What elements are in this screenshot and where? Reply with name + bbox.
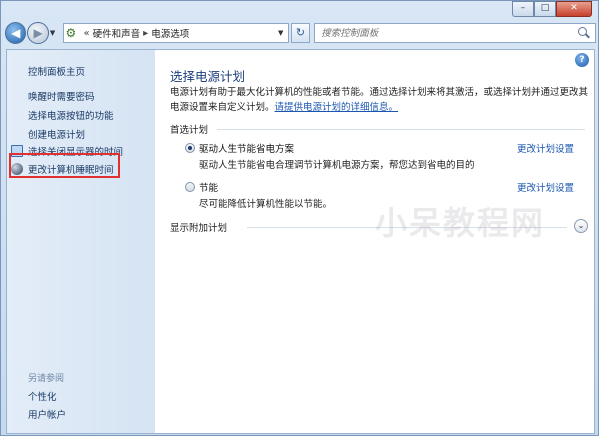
breadcrumb-separator-icon[interactable]: ▸: [143, 28, 148, 39]
breadcrumb-overflow[interactable]: «: [84, 28, 90, 39]
forward-button[interactable]: ▶: [27, 22, 49, 44]
recent-pages-dropdown[interactable]: ▼: [50, 29, 60, 37]
plan-details-link[interactable]: 请提供电源计划的详细信息。: [275, 102, 399, 113]
plan-item: 驱动人生节能省电方案 驱动人生节能省电合理调节计算机电源方案，帮您达到省电的目的: [185, 141, 475, 171]
content-area: 控制面板主页 唤醒时需要密码 选择电源按钮的功能 创建电源计划 选择关闭显示器的…: [6, 49, 595, 434]
sidebar-link-power-buttons[interactable]: 选择电源按钮的功能: [28, 108, 114, 122]
sidebar-link-create-plan[interactable]: 创建电源计划: [28, 127, 85, 141]
sidebar-home-link[interactable]: 控制面板主页: [28, 64, 85, 78]
plan-radio-selected[interactable]: [185, 143, 195, 153]
breadcrumb-hardware-sound[interactable]: 硬件和声音: [93, 26, 141, 40]
refresh-button[interactable]: ↻: [290, 23, 311, 43]
control-panel-icon: ⚙: [65, 26, 77, 40]
show-additional-plans-label[interactable]: 显示附加计划: [170, 220, 227, 234]
divider: [217, 129, 585, 130]
see-also-user-accounts[interactable]: 用户帐户: [28, 407, 66, 421]
expand-chevron-icon[interactable]: ⌄: [574, 219, 588, 233]
navigation-bar: ◀ ▶ ▼ ⚙ « 硬件和声音 ▸ 电源选项 ▼ ↻: [5, 20, 596, 46]
preferred-plans-heading: 首选计划: [170, 125, 209, 136]
plan-name[interactable]: 节能: [199, 180, 218, 194]
plan-name[interactable]: 驱动人生节能省电方案: [199, 141, 294, 155]
search-box: [314, 23, 596, 43]
page-description: 电源计划有助于最大化计算机的性能或者节能。通过选择计划来将其激活，或选择计划并通…: [170, 85, 590, 115]
watermark: 小呆教程网: [375, 204, 546, 242]
close-button[interactable]: ✕: [556, 1, 592, 17]
plan-description: 驱动人生节能省电合理调节计算机电源方案，帮您达到省电的目的: [199, 160, 475, 171]
search-input[interactable]: [321, 27, 562, 39]
minimize-button[interactable]: –: [512, 1, 534, 17]
search-icon[interactable]: [577, 26, 591, 40]
back-button[interactable]: ◀: [5, 22, 27, 44]
plan-item: 节能 尽可能降低计算机性能以节能。: [185, 180, 332, 210]
see-also-personalization[interactable]: 个性化: [28, 389, 57, 403]
plan-radio[interactable]: [185, 182, 195, 192]
caption-buttons: – □ ✕: [512, 1, 592, 17]
see-also-heading: 另请参阅: [28, 374, 65, 384]
page-title: 选择电源计划: [170, 69, 246, 84]
breadcrumb-power-options[interactable]: 电源选项: [151, 26, 189, 40]
highlight-box: [9, 153, 120, 178]
change-plan-settings-link[interactable]: 更改计划设置: [517, 141, 574, 155]
control-panel-window: – □ ✕ ◀ ▶ ▼ ⚙ « 硬件和声音 ▸ 电源选项 ▼ ↻ 控制面板主页 …: [0, 0, 599, 436]
change-plan-settings-link[interactable]: 更改计划设置: [517, 180, 574, 194]
sidebar: 控制面板主页 唤醒时需要密码 选择电源按钮的功能 创建电源计划 选择关闭显示器的…: [7, 50, 155, 433]
address-dropdown-icon[interactable]: ▼: [274, 29, 288, 37]
address-bar[interactable]: ⚙ « 硬件和声音 ▸ 电源选项 ▼: [62, 23, 289, 43]
sidebar-link-wake-password[interactable]: 唤醒时需要密码: [28, 89, 95, 103]
main-panel: 选择电源计划 电源计划有助于最大化计算机的性能或者节能。通过选择计划来将其激活，…: [155, 50, 594, 433]
maximize-button[interactable]: □: [534, 1, 556, 17]
plan-description: 尽可能降低计算机性能以节能。: [199, 199, 333, 210]
